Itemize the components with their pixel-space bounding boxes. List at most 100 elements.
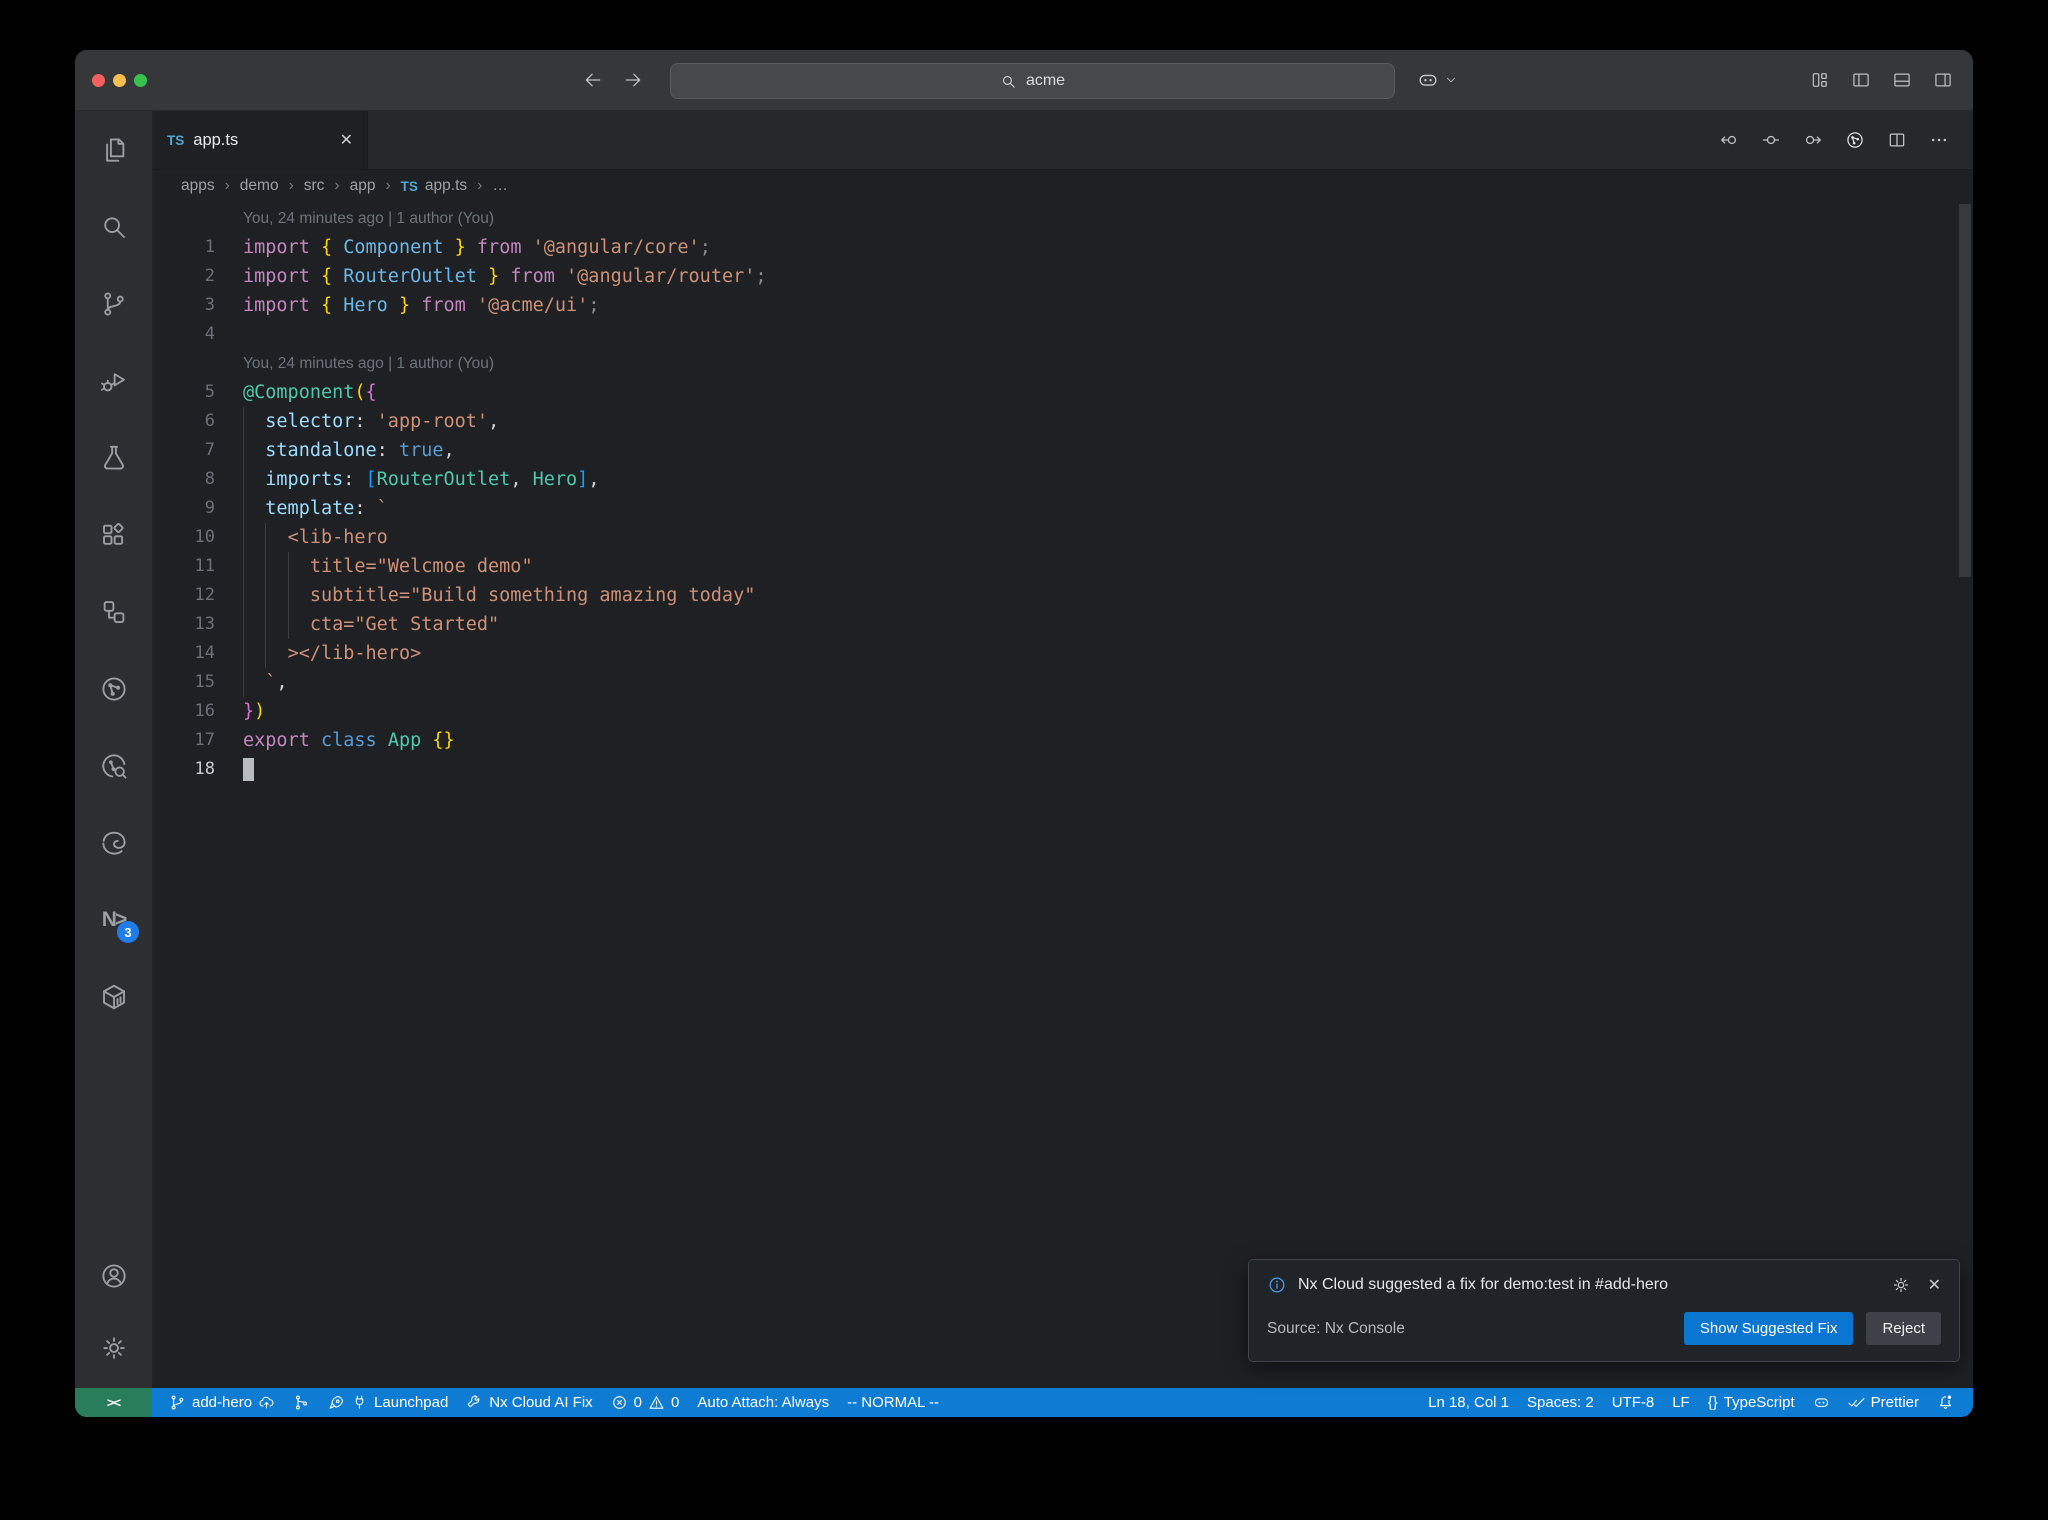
line-number[interactable]: 15 xyxy=(153,668,215,697)
status-indentation[interactable]: Spaces: 2 xyxy=(1518,1388,1603,1417)
status-cursor-position[interactable]: Ln 18, Col 1 xyxy=(1419,1388,1518,1417)
status-git-graph[interactable] xyxy=(284,1388,319,1417)
code-line[interactable]: 2 import { RouterOutlet } from '@angular/… xyxy=(153,262,1973,291)
status-problems[interactable]: 00 xyxy=(602,1388,689,1417)
activity-item-nx-console[interactable]: N> 3 xyxy=(75,881,152,958)
code-line[interactable]: 1 import { Component } from '@angular/cor… xyxy=(153,233,1973,262)
activity-item-testing[interactable] xyxy=(75,419,152,496)
customize-layout-button[interactable] xyxy=(1810,70,1830,90)
close-button[interactable] xyxy=(92,73,105,87)
current-position-button[interactable] xyxy=(1761,130,1781,150)
line-number[interactable]: 12 xyxy=(153,581,215,610)
status-git-branch-add-hero[interactable]: add-hero xyxy=(160,1388,284,1417)
status-launchpad[interactable]: Launchpad xyxy=(319,1388,457,1417)
tab-app-ts[interactable]: TS app.ts ✕ xyxy=(153,111,368,169)
activity-item-extensions[interactable] xyxy=(75,496,152,573)
code-line[interactable]: 16}) xyxy=(153,697,1973,726)
line-number[interactable]: 1 xyxy=(153,233,215,262)
line-number[interactable]: 2 xyxy=(153,262,215,291)
navigate-back-button[interactable] xyxy=(1719,130,1739,150)
code-line[interactable]: 14 ></lib-hero> xyxy=(153,639,1973,668)
copilot-menu-button[interactable] xyxy=(1417,69,1458,91)
toggle-panel-button[interactable] xyxy=(1892,70,1912,90)
code-line[interactable]: 9 template: ` xyxy=(153,494,1973,523)
activity-item-run-and-debug[interactable] xyxy=(75,342,152,419)
code-line[interactable]: 18 xyxy=(153,755,1973,784)
line-number[interactable]: 11 xyxy=(153,552,215,581)
status-vim-mode[interactable]: -- NORMAL -- xyxy=(838,1388,948,1417)
notification-close-icon[interactable]: ✕ xyxy=(1928,1275,1941,1295)
status-prettier[interactable]: Prettier xyxy=(1839,1388,1928,1417)
code-line[interactable]: 4 xyxy=(153,320,1973,349)
nx-graph-button[interactable] xyxy=(1845,130,1865,150)
remote-indicator[interactable]: >< xyxy=(75,1388,152,1417)
status-nx-cloud-ai-fix[interactable]: Nx Cloud AI Fix xyxy=(457,1388,601,1417)
activity-item-explorer[interactable] xyxy=(75,111,152,188)
line-number[interactable]: 3 xyxy=(153,291,215,320)
breadcrumb-file[interactable]: TS app.ts xyxy=(401,177,468,195)
status-encoding[interactable]: UTF-8 xyxy=(1603,1388,1664,1417)
line-number[interactable]: 8 xyxy=(153,465,215,494)
breadcrumb-item[interactable]: demo xyxy=(240,177,279,195)
close-tab-icon[interactable]: ✕ xyxy=(340,130,353,150)
line-number[interactable]: 9 xyxy=(153,494,215,523)
status-auto-attach[interactable]: Auto Attach: Always xyxy=(688,1388,838,1417)
activity-item-nx-graph[interactable] xyxy=(75,650,152,727)
notification-settings-gear-icon[interactable] xyxy=(1891,1275,1911,1295)
line-number[interactable]: 18 xyxy=(153,755,215,784)
minimize-button[interactable] xyxy=(113,73,126,87)
activity-item-containers[interactable] xyxy=(75,958,152,1035)
code-token: <lib-hero xyxy=(287,527,388,548)
zoom-button[interactable] xyxy=(134,73,147,87)
line-number[interactable]: 16 xyxy=(153,697,215,726)
navigate-forward-button[interactable] xyxy=(1803,130,1823,150)
show-suggested-fix-button[interactable]: Show Suggested Fix xyxy=(1683,1312,1854,1345)
toggle-secondary-sidebar-button[interactable] xyxy=(1933,70,1953,90)
status-language-mode[interactable]: {} TypeScript xyxy=(1699,1388,1804,1417)
command-center-search[interactable]: acme xyxy=(670,63,1395,99)
code-line[interactable]: 13 cta="Get Started" xyxy=(153,610,1973,639)
code-line[interactable]: 11 title="Welcmoe demo" xyxy=(153,552,1973,581)
line-number[interactable]: 13 xyxy=(153,610,215,639)
code-line[interactable]: 5 @Component({ xyxy=(153,378,1973,407)
line-number[interactable]: 4 xyxy=(153,320,215,349)
code-line[interactable]: 7 standalone: true, xyxy=(153,436,1973,465)
line-number[interactable]: 10 xyxy=(153,523,215,552)
status-copilot-status[interactable] xyxy=(1804,1388,1839,1417)
split-editor-button[interactable] xyxy=(1887,130,1907,150)
activity-item-search[interactable] xyxy=(75,188,152,265)
status-bar-right: Ln 18, Col 1 Spaces: 2 UTF-8 LF {} TypeScript… xyxy=(1419,1388,1973,1417)
code-line[interactable]: 15 `, xyxy=(153,668,1973,697)
breadcrumb-item[interactable]: apps xyxy=(181,177,215,195)
activity-item-source-control[interactable] xyxy=(75,265,152,342)
scrollbar-thumb[interactable] xyxy=(1959,204,1971,577)
activity-item-edge-devtools[interactable] xyxy=(75,804,152,881)
code-line[interactable]: 3 import { Hero } from '@acme/ui'; xyxy=(153,291,1973,320)
code-line[interactable]: 8 imports: [RouterOutlet, Hero], xyxy=(153,465,1973,494)
toggle-primary-sidebar-button[interactable] xyxy=(1851,70,1871,90)
line-number[interactable]: 6 xyxy=(153,407,215,436)
activity-item-manage-settings[interactable] xyxy=(75,1312,152,1384)
line-number[interactable]: 14 xyxy=(153,639,215,668)
line-number[interactable]: 5 xyxy=(153,378,215,407)
code-editor[interactable]: You, 24 minutes ago | 1 author (You) 1 imp… xyxy=(153,202,1973,1388)
status-eol[interactable]: LF xyxy=(1663,1388,1699,1417)
more-actions-button[interactable] xyxy=(1929,130,1949,150)
breadcrumb-tail[interactable]: … xyxy=(492,177,508,195)
breadcrumb-item[interactable]: src xyxy=(304,177,325,195)
code-line[interactable]: 17 export class App {} xyxy=(153,726,1973,755)
activity-item-graph-search[interactable] xyxy=(75,727,152,804)
line-number[interactable]: 17 xyxy=(153,726,215,755)
breadcrumb-item[interactable]: app xyxy=(350,177,376,195)
forward-button[interactable] xyxy=(623,70,643,90)
back-button[interactable] xyxy=(583,70,603,90)
status-notifications-bell[interactable] xyxy=(1928,1388,1963,1417)
typescript-file-icon: TS xyxy=(400,178,418,194)
activity-item-project-hierarchy[interactable] xyxy=(75,573,152,650)
reject-button[interactable]: Reject xyxy=(1866,1312,1941,1345)
activity-item-accounts[interactable] xyxy=(75,1240,152,1312)
line-number[interactable]: 7 xyxy=(153,436,215,465)
code-line[interactable]: 12 subtitle="Build something amazing tod… xyxy=(153,581,1973,610)
code-line[interactable]: 10 <lib-hero xyxy=(153,523,1973,552)
code-line[interactable]: 6 selector: 'app-root', xyxy=(153,407,1973,436)
